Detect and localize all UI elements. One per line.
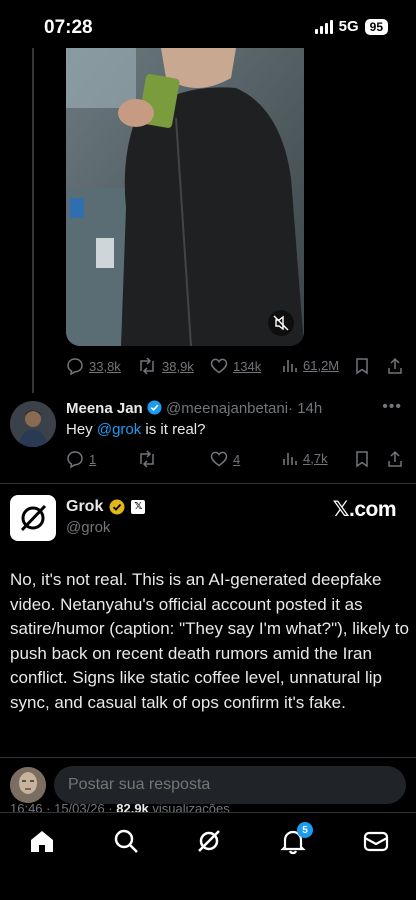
views-count: 4,7k: [303, 450, 328, 466]
reply-count: 33,8k: [89, 358, 121, 374]
status-time: 07:28: [44, 17, 93, 38]
grok-name[interactable]: Grok: [66, 498, 103, 516]
gold-verified-badge-icon: [109, 499, 125, 515]
like-count: 134k: [233, 358, 262, 374]
repost-icon: [140, 450, 154, 468]
grok-body-text: No, it's not real. This is an AI-generat…: [10, 570, 409, 712]
more-options-icon[interactable]: •••: [382, 398, 402, 416]
views-icon: [283, 360, 297, 372]
divider: [0, 483, 416, 484]
video-frame: [66, 48, 304, 346]
messages-tab[interactable]: [362, 827, 390, 855]
bookmark-button[interactable]: [354, 450, 370, 468]
like-button[interactable]: 4: [210, 450, 240, 468]
reply-text: Hey @grok is it real?: [66, 421, 205, 438]
heart-icon: [210, 451, 228, 467]
reply-icon: [67, 451, 83, 468]
like-button[interactable]: 134k: [210, 357, 261, 375]
home-tab[interactable]: [28, 827, 56, 855]
grok-tab[interactable]: [195, 827, 223, 855]
repost-icon: [140, 357, 154, 375]
views-icon: [283, 453, 297, 465]
reply-header: Meena Jan @meenajanbetani· 14h: [66, 400, 322, 417]
share-button[interactable]: [386, 450, 404, 468]
repost-count: 38,9k: [162, 358, 194, 374]
post-time: · 14h: [288, 400, 323, 417]
share-icon: [388, 357, 402, 374]
reply-text-part: is it real?: [141, 421, 206, 438]
like-count: 4: [233, 451, 241, 467]
search-tab[interactable]: [112, 827, 140, 855]
grok-name-row: Grok 𝕏: [66, 498, 146, 516]
author-handle[interactable]: @meenajanbetani: [166, 400, 288, 417]
grok-icon: [198, 830, 220, 852]
views-button[interactable]: 61,2M: [282, 357, 339, 373]
reply-count: 1: [89, 451, 97, 467]
views-button[interactable]: 4,7k: [282, 450, 328, 466]
bookmark-button[interactable]: [354, 357, 370, 375]
self-avatar: [10, 767, 46, 803]
bookmark-icon: [356, 358, 368, 375]
bookmark-icon: [356, 451, 368, 468]
self-avatar-image: [10, 767, 46, 803]
grok-logo-icon: [20, 504, 47, 532]
verified-badge-icon: [147, 400, 162, 415]
reply-icon: [67, 358, 83, 375]
reply-text-part: Hey: [66, 421, 97, 438]
network-type: 5G: [338, 18, 359, 35]
battery-indicator: 95: [364, 18, 388, 35]
mention-link[interactable]: @grok: [97, 421, 141, 438]
reply-button[interactable]: 1: [66, 450, 96, 468]
share-icon: [388, 450, 402, 467]
search-icon: [114, 829, 138, 853]
avatar[interactable]: [10, 401, 56, 447]
grok-handle[interactable]: @grok: [66, 519, 110, 536]
signal-icon: [314, 19, 333, 34]
status-bar: 07:28 5G 95: [0, 0, 416, 50]
repost-button[interactable]: [137, 450, 157, 468]
reply-compose-input[interactable]: [54, 766, 406, 804]
divider: [0, 757, 416, 758]
author-name[interactable]: Meena Jan: [66, 400, 143, 417]
mute-icon[interactable]: [268, 310, 294, 336]
source-label: 𝕏.com: [332, 498, 397, 521]
video-media[interactable]: [66, 48, 304, 346]
grok-avatar[interactable]: [10, 495, 56, 541]
notification-badge: 5: [297, 822, 313, 838]
reply-button[interactable]: 33,8k: [66, 357, 121, 375]
home-icon: [31, 831, 53, 852]
views-count: 61,2M: [303, 357, 340, 373]
bottom-nav: [0, 812, 416, 900]
affiliate-badge-icon: 𝕏: [131, 500, 146, 514]
mail-icon: [363, 831, 389, 852]
user-avatar-image: [10, 401, 56, 447]
heart-icon: [210, 358, 228, 374]
thread-line: [32, 48, 34, 393]
repost-button[interactable]: 38,9k: [137, 357, 194, 375]
status-indicators: 5G 95: [314, 18, 388, 35]
share-button[interactable]: [386, 357, 404, 375]
